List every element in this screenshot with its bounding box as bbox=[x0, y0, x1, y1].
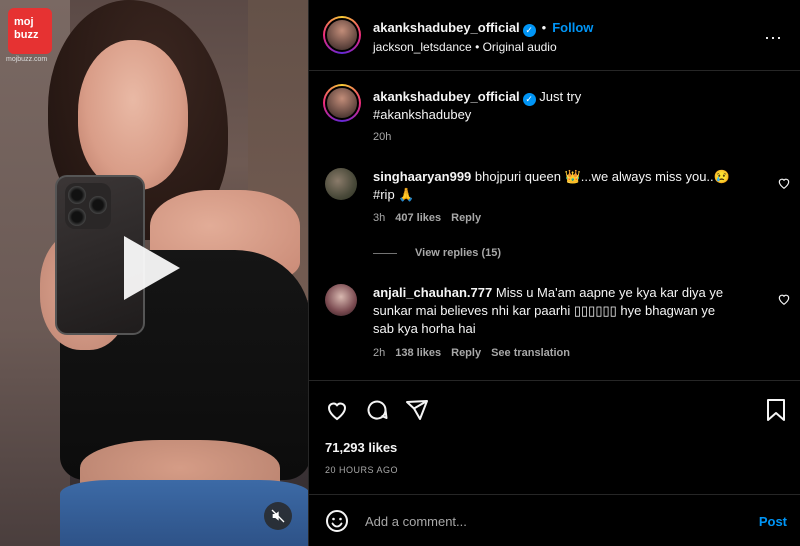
comment-avatar[interactable] bbox=[325, 168, 357, 200]
comment-likes[interactable]: 138 likes bbox=[395, 347, 441, 359]
like-icon[interactable] bbox=[325, 398, 349, 422]
post-comment-button[interactable]: Post bbox=[759, 514, 787, 529]
view-replies-label[interactable]: View replies (15) bbox=[415, 247, 501, 259]
see-translation-button[interactable]: See translation bbox=[491, 347, 570, 359]
save-bookmark-icon[interactable] bbox=[765, 398, 787, 422]
verified-badge-icon: ✓ bbox=[522, 93, 536, 106]
comment-text: Miss u Ma'am aapne ye kya kar diya ye bbox=[495, 285, 724, 300]
brand-logo: moj buzz bbox=[8, 8, 52, 54]
author-avatar-image bbox=[325, 18, 359, 52]
comment-time: 3h bbox=[373, 212, 386, 224]
comment-username[interactable]: anjali_chauhan.777 bbox=[373, 285, 492, 300]
caption-hashtag[interactable]: #akankshadubey bbox=[373, 107, 471, 122]
brand-logo-line1: moj bbox=[14, 16, 34, 28]
comment-time: 2h bbox=[373, 347, 386, 359]
comment-meta: 3h 407 likes Reply bbox=[373, 212, 491, 224]
comment-text-line2: sunkar mai believes nhi kar paarhi ▯▯▯▯▯… bbox=[373, 303, 716, 318]
phone-camera-block bbox=[65, 183, 111, 229]
caption: akankshadubey_official ✓ Just try #akanks… bbox=[373, 88, 581, 124]
comment-composer: Add a comment... Post bbox=[309, 494, 800, 546]
comment-avatar[interactable] bbox=[325, 284, 357, 316]
brand-logo-line2: buzz bbox=[14, 29, 39, 41]
speaker-muted-icon bbox=[271, 509, 285, 523]
follow-button[interactable]: Follow bbox=[552, 20, 593, 35]
author-username[interactable]: akankshadubey_official bbox=[373, 20, 520, 35]
caption-text: Just try bbox=[539, 89, 582, 104]
more-options-icon[interactable]: ⋯ bbox=[764, 28, 783, 49]
brand-url: mojbuzz.com bbox=[6, 56, 48, 63]
comment-username[interactable]: singhaaryan999 bbox=[373, 169, 471, 184]
actions-divider bbox=[309, 380, 800, 381]
caption-time: 20h bbox=[373, 131, 392, 143]
likes-count[interactable]: 71,293 likes bbox=[325, 440, 397, 455]
play-icon[interactable] bbox=[124, 236, 180, 300]
heart-icon[interactable] bbox=[777, 176, 791, 190]
post-detail-panel: akankshadubey_official ✓ • Follow jackson_l… bbox=[308, 0, 800, 546]
comment-icon[interactable] bbox=[365, 398, 389, 422]
comment-input[interactable]: Add a comment... bbox=[365, 514, 467, 529]
view-replies[interactable]: View replies (15) bbox=[373, 247, 501, 259]
emoji-icon[interactable] bbox=[325, 509, 349, 533]
phone-lens bbox=[89, 196, 107, 214]
phone-lens bbox=[68, 208, 86, 226]
caption-username[interactable]: akankshadubey_official bbox=[373, 89, 520, 104]
caption-avatar[interactable] bbox=[323, 84, 361, 122]
video-player[interactable]: moj buzz mojbuzz.com bbox=[0, 0, 308, 546]
header-title-row: akankshadubey_official ✓ • Follow bbox=[373, 19, 593, 37]
comment-meta: 2h 138 likes Reply See translation bbox=[373, 347, 580, 359]
caption-avatar-image bbox=[325, 86, 359, 120]
phone-lens bbox=[68, 186, 86, 204]
mute-button[interactable] bbox=[264, 502, 292, 530]
video-figure-face bbox=[78, 40, 188, 190]
audio-link[interactable]: jackson_letsdance • Original audio bbox=[373, 40, 557, 54]
verified-badge-icon: ✓ bbox=[522, 24, 536, 37]
comment-item: anjali_chauhan.777 Miss u Ma'am aapne ye… bbox=[373, 284, 753, 338]
share-icon[interactable] bbox=[405, 398, 429, 422]
comment-text-line2: #rip 🙏 bbox=[373, 187, 415, 202]
reply-button[interactable]: Reply bbox=[451, 212, 481, 224]
post-date[interactable]: 20 HOURS AGO bbox=[325, 465, 398, 475]
comment-text: bhojpuri queen 👑...we always miss you..😢 bbox=[474, 169, 730, 184]
replies-divider bbox=[373, 252, 397, 254]
heart-icon[interactable] bbox=[777, 292, 791, 306]
post-header: akankshadubey_official ✓ • Follow jackson_l… bbox=[309, 0, 800, 71]
separator-dot: • bbox=[541, 20, 547, 35]
comment-likes[interactable]: 407 likes bbox=[395, 212, 441, 224]
comment-item: singhaaryan999 bhojpuri queen 👑...we alw… bbox=[373, 168, 753, 204]
comment-text-line3: sab kya horha hai bbox=[373, 321, 476, 336]
reply-button[interactable]: Reply bbox=[451, 347, 481, 359]
author-avatar[interactable] bbox=[323, 16, 361, 54]
